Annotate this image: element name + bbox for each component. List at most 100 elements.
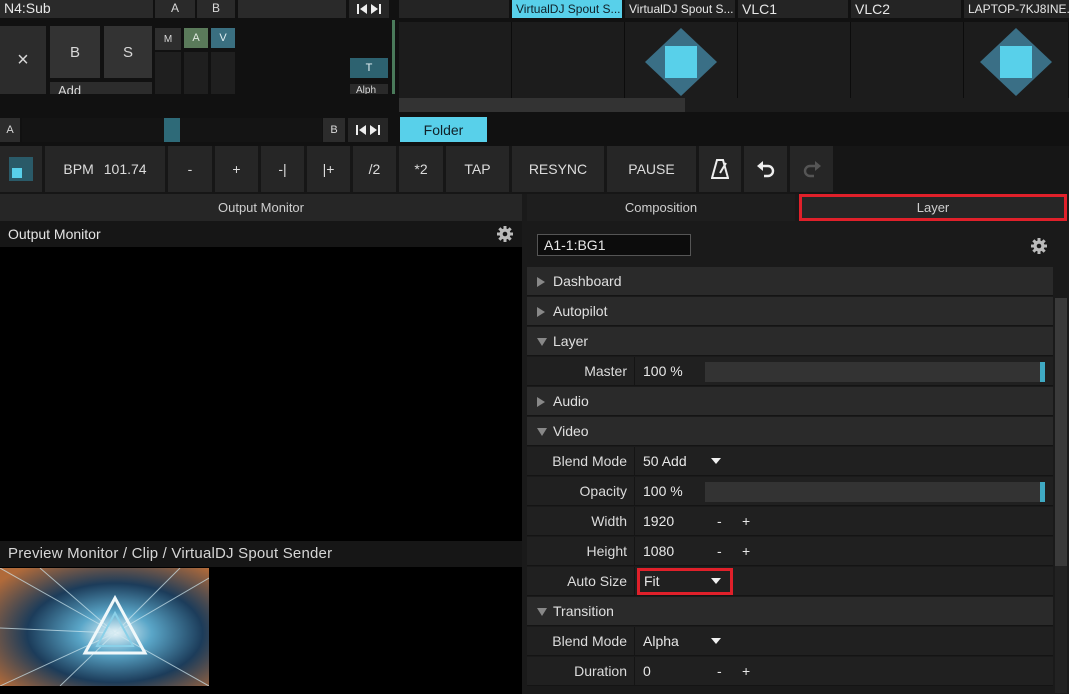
clip-slot-5[interactable] bbox=[964, 22, 1069, 98]
layer-scrollbar[interactable] bbox=[1055, 298, 1067, 693]
width-value[interactable]: 1920 bbox=[643, 507, 674, 536]
clip-slot-1[interactable] bbox=[512, 22, 625, 98]
opacity-value[interactable]: 100 % bbox=[643, 477, 683, 506]
clip-label-2[interactable]: VirtualDJ Spout S... bbox=[625, 0, 735, 18]
clip-label-3[interactable]: VLC1 bbox=[738, 0, 848, 18]
height-value[interactable]: 1080 bbox=[643, 537, 674, 566]
height-plus-button[interactable]: + bbox=[742, 537, 750, 566]
close-layer-button[interactable]: × bbox=[0, 26, 46, 94]
param-duration: Duration 0 - + bbox=[527, 657, 1053, 686]
height-minus-button[interactable]: - bbox=[717, 537, 722, 566]
skip-controls[interactable] bbox=[349, 0, 389, 18]
clip-slot-3[interactable] bbox=[738, 22, 851, 98]
section-dashboard[interactable]: Dashboard bbox=[527, 267, 1053, 296]
layer-name-cell[interactable]: N4:Sub bbox=[0, 0, 153, 18]
layer-name-field[interactable]: A1-1:BG1 bbox=[537, 234, 691, 256]
param-divider bbox=[634, 447, 635, 476]
clip-label-4[interactable]: VLC2 bbox=[851, 0, 961, 18]
column-b-header[interactable]: B bbox=[197, 0, 235, 18]
clip-slot-empty[interactable] bbox=[399, 0, 509, 18]
clip-slot-2[interactable] bbox=[625, 22, 738, 98]
tab-composition[interactable]: Composition bbox=[527, 194, 795, 221]
clip-scroll-thumb[interactable] bbox=[399, 98, 685, 112]
clip-slot-0[interactable] bbox=[399, 22, 512, 98]
param-label: Duration bbox=[574, 663, 627, 679]
output-settings-button[interactable] bbox=[497, 226, 513, 242]
resync-button[interactable]: RESYNC bbox=[512, 146, 604, 192]
width-plus-button[interactable]: + bbox=[742, 507, 750, 536]
preview-image bbox=[0, 568, 209, 686]
add-dropdown[interactable]: Add bbox=[50, 82, 152, 94]
nudge-back-button[interactable]: -| bbox=[261, 146, 304, 192]
solo-button[interactable]: S bbox=[104, 26, 152, 78]
auto-size-dropdown[interactable]: Fit bbox=[637, 568, 733, 595]
duration-value[interactable]: 0 bbox=[643, 657, 651, 686]
bpm-plus-button[interactable]: + bbox=[215, 146, 258, 192]
master-slider[interactable] bbox=[705, 362, 1045, 382]
opacity-slider-handle[interactable] bbox=[1040, 482, 1045, 502]
tempo-indicator[interactable] bbox=[0, 146, 42, 192]
folder-tab[interactable]: Folder bbox=[400, 117, 487, 142]
gear-icon bbox=[1031, 238, 1047, 254]
clip-scrollbar[interactable] bbox=[399, 98, 1069, 112]
collapse-arrow-icon bbox=[537, 428, 547, 436]
crossfader-skip[interactable] bbox=[348, 118, 388, 142]
gear-icon bbox=[497, 226, 513, 242]
duration-plus-button[interactable]: + bbox=[742, 657, 750, 686]
tab-output-monitor[interactable]: Output Monitor bbox=[0, 194, 522, 221]
metronome-button[interactable] bbox=[699, 146, 741, 192]
tap-button[interactable]: TAP bbox=[446, 146, 509, 192]
nudge-forward-button[interactable]: |+ bbox=[307, 146, 350, 192]
redo-button[interactable] bbox=[790, 146, 833, 192]
width-minus-button[interactable]: - bbox=[717, 507, 722, 536]
crossfader-handle[interactable] bbox=[164, 118, 180, 142]
master-value[interactable]: 100 % bbox=[643, 357, 683, 386]
bypass-button[interactable]: B bbox=[50, 26, 100, 78]
crossfader-track[interactable] bbox=[22, 118, 322, 142]
half-tempo-button[interactable]: /2 bbox=[353, 146, 396, 192]
tab-layer[interactable]: Layer bbox=[799, 194, 1067, 221]
transition-blend-value[interactable]: Alpha bbox=[643, 627, 679, 656]
blend-mode-value[interactable]: 50 Add bbox=[643, 447, 687, 476]
master-slider-handle[interactable] bbox=[1040, 362, 1045, 382]
crossfader-b[interactable]: B bbox=[323, 118, 345, 142]
section-transition[interactable]: Transition bbox=[527, 597, 1053, 626]
alpha-mode[interactable]: Alph bbox=[350, 84, 388, 94]
duration-minus-button[interactable]: - bbox=[717, 657, 722, 686]
audio-toggle[interactable]: A bbox=[184, 28, 208, 48]
layer-settings-button[interactable] bbox=[1031, 238, 1047, 254]
transport-bar: BPM 101.74 - + -| |+ /2 *2 TAP RESYNC PA… bbox=[0, 146, 1069, 194]
skip-back-icon[interactable] bbox=[357, 4, 367, 14]
dropdown-arrow-icon[interactable] bbox=[711, 458, 721, 464]
mute-button[interactable]: M bbox=[155, 28, 181, 50]
clip-label-5[interactable]: LAPTOP-7KJ8INE... bbox=[964, 0, 1069, 18]
section-layer[interactable]: Layer bbox=[527, 327, 1053, 356]
output-monitor-title: Output Monitor bbox=[8, 226, 101, 242]
preview-thumbnail[interactable] bbox=[0, 568, 209, 686]
section-autopilot[interactable]: Autopilot bbox=[527, 297, 1053, 326]
skip-back-icon[interactable] bbox=[356, 125, 366, 135]
skip-forward-icon[interactable] bbox=[371, 4, 381, 14]
column-a-header[interactable]: A bbox=[155, 0, 195, 18]
transition-toggle[interactable]: T bbox=[350, 58, 388, 78]
param-master: Master 100 % bbox=[527, 357, 1053, 386]
dropdown-arrow-icon[interactable] bbox=[711, 638, 721, 644]
opacity-slider[interactable] bbox=[705, 482, 1045, 502]
layer-scroll-thumb[interactable] bbox=[1055, 298, 1067, 566]
skip-forward-icon[interactable] bbox=[370, 125, 380, 135]
expand-arrow-icon bbox=[537, 307, 545, 317]
clip-label-1[interactable]: VirtualDJ Spout S... bbox=[512, 0, 622, 18]
clip-slot-4[interactable] bbox=[851, 22, 964, 98]
bpm-display[interactable]: BPM 101.74 bbox=[45, 146, 165, 192]
undo-icon bbox=[756, 161, 774, 178]
video-toggle[interactable]: V bbox=[211, 28, 235, 48]
section-video[interactable]: Video bbox=[527, 417, 1053, 446]
bpm-minus-button[interactable]: - bbox=[168, 146, 212, 192]
section-audio[interactable]: Audio bbox=[527, 387, 1053, 416]
double-tempo-button[interactable]: *2 bbox=[399, 146, 443, 192]
crossfader-a[interactable]: A bbox=[0, 118, 20, 142]
layer-active-bar bbox=[392, 20, 395, 94]
param-divider bbox=[634, 477, 635, 506]
undo-button[interactable] bbox=[744, 146, 787, 192]
pause-button[interactable]: PAUSE bbox=[607, 146, 696, 192]
